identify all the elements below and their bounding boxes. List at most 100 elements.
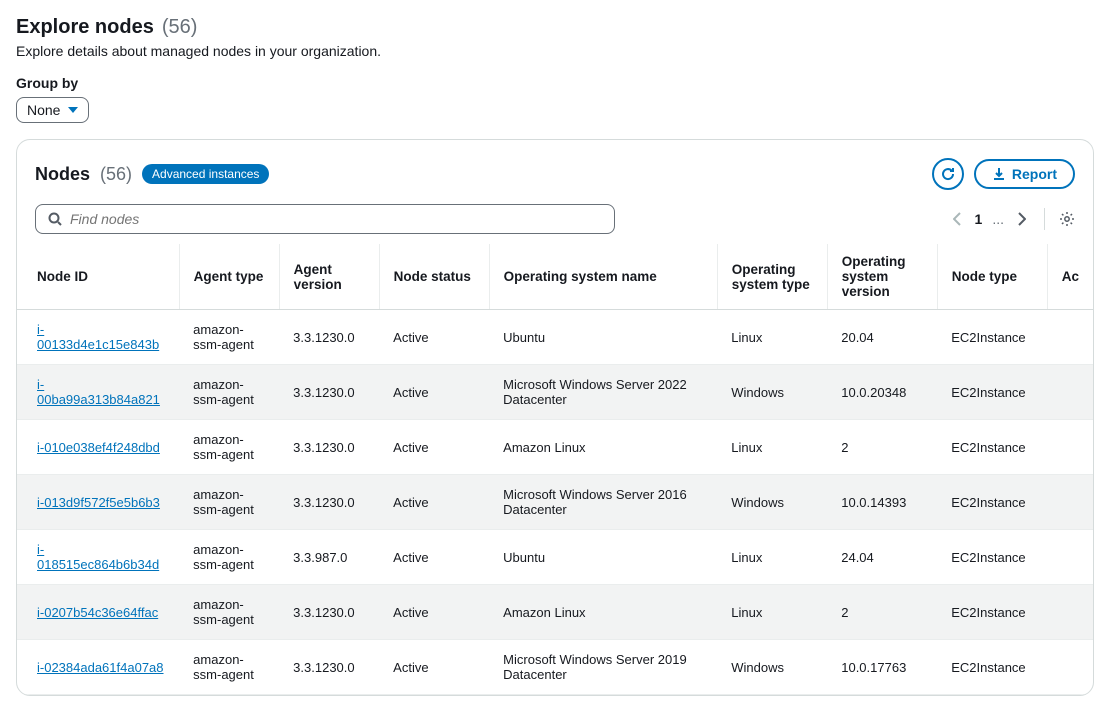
col-node-id[interactable]: Node ID <box>17 244 179 310</box>
refresh-icon <box>940 166 956 182</box>
cell-agent-type: amazon-ssm-agent <box>179 365 279 420</box>
cell-status: Active <box>379 475 489 530</box>
search-input-wrap[interactable] <box>35 204 615 234</box>
col-account[interactable]: Ac <box>1047 244 1093 310</box>
col-os-version[interactable]: Operating system version <box>827 244 937 310</box>
col-agent-type[interactable]: Agent type <box>179 244 279 310</box>
cell-os-type: Windows <box>717 640 827 695</box>
node-id-link[interactable]: i-0207b54c36e64ffac <box>37 605 158 620</box>
cell-agent-type: amazon-ssm-agent <box>179 585 279 640</box>
cell-os-version: 2 <box>827 420 937 475</box>
cell-os-type: Linux <box>717 585 827 640</box>
table-row: i-013d9f572f5e5b6b3amazon-ssm-agent3.3.1… <box>17 475 1093 530</box>
page-ellipsis: ... <box>992 211 1004 227</box>
divider <box>1044 208 1045 230</box>
cell-agent-version: 3.3.1230.0 <box>279 365 379 420</box>
cell-agent-version: 3.3.1230.0 <box>279 310 379 365</box>
chevron-right-icon <box>1018 212 1026 226</box>
node-id-link[interactable]: i-010e038ef4f248dbd <box>37 440 160 455</box>
current-page: 1 <box>975 211 983 227</box>
download-icon <box>992 167 1006 181</box>
cell-os-version: 10.0.14393 <box>827 475 937 530</box>
cell-os-name: Ubuntu <box>489 310 717 365</box>
cell-agent-type: amazon-ssm-agent <box>179 530 279 585</box>
col-node-type[interactable]: Node type <box>937 244 1047 310</box>
table-row: i-018515ec864b6b34d amazon-ssm-agent3.3.9… <box>17 530 1093 585</box>
table-body: i-00133d4e1c15e843bamazon-ssm-agent3.3.1… <box>17 310 1093 695</box>
cell-status: Active <box>379 420 489 475</box>
cell-overflow <box>1047 530 1093 585</box>
cell-status: Active <box>379 310 489 365</box>
cell-os-name: Microsoft Windows Server 2019 Datacenter <box>489 640 717 695</box>
prev-page-button[interactable] <box>949 208 965 230</box>
table-row: i-010e038ef4f248dbdamazon-ssm-agent3.3.1… <box>17 420 1093 475</box>
cell-os-name: Microsoft Windows Server 2016 Datacenter <box>489 475 717 530</box>
cell-os-name: Amazon Linux <box>489 420 717 475</box>
cell-node-type: EC2Instance <box>937 365 1047 420</box>
cell-os-version: 20.04 <box>827 310 937 365</box>
cell-node-type: EC2Instance <box>937 530 1047 585</box>
cell-os-type: Windows <box>717 365 827 420</box>
search-icon <box>48 212 62 226</box>
chevron-left-icon <box>953 212 961 226</box>
cell-node-type: EC2Instance <box>937 640 1047 695</box>
cell-agent-version: 3.3.1230.0 <box>279 640 379 695</box>
node-id-link[interactable]: i-00133d4e1c15e843b <box>37 322 159 352</box>
col-os-type[interactable]: Operating system type <box>717 244 827 310</box>
gear-icon <box>1059 211 1075 227</box>
table-row: i-02384ada61f4a07a8 amazon-ssm-agent3.3.1… <box>17 640 1093 695</box>
node-id-link[interactable]: i-013d9f572f5e5b6b3 <box>37 495 160 510</box>
cell-node-type: EC2Instance <box>937 475 1047 530</box>
cell-overflow <box>1047 365 1093 420</box>
pagination: 1 ... <box>949 208 1075 230</box>
table-header-row: Node ID Agent type Agent version Node st… <box>17 244 1093 310</box>
refresh-button[interactable] <box>932 158 964 190</box>
cell-overflow <box>1047 585 1093 640</box>
cell-os-version: 10.0.17763 <box>827 640 937 695</box>
cell-os-type: Linux <box>717 420 827 475</box>
node-id-link[interactable]: i-02384ada61f4a07a8 <box>37 660 164 675</box>
cell-status: Active <box>379 640 489 695</box>
cell-os-type: Windows <box>717 475 827 530</box>
table-row: i-00ba99a313b84a821 amazon-ssm-agent3.3.1… <box>17 365 1093 420</box>
groupby-select[interactable]: None <box>16 97 89 123</box>
report-button[interactable]: Report <box>974 159 1075 189</box>
cell-os-version: 24.04 <box>827 530 937 585</box>
col-os-name[interactable]: Operating system name <box>489 244 717 310</box>
col-node-status[interactable]: Node status <box>379 244 489 310</box>
groupby-section: Group by None <box>16 75 1094 123</box>
cell-node-type: EC2Instance <box>937 585 1047 640</box>
cell-agent-version: 3.3.1230.0 <box>279 475 379 530</box>
cell-overflow <box>1047 420 1093 475</box>
cell-status: Active <box>379 530 489 585</box>
cell-node-type: EC2Instance <box>937 420 1047 475</box>
cell-agent-type: amazon-ssm-agent <box>179 310 279 365</box>
cell-os-name: Microsoft Windows Server 2022 Datacenter <box>489 365 717 420</box>
node-id-link[interactable]: i-00ba99a313b84a821 <box>37 377 160 407</box>
advanced-instances-badge[interactable]: Advanced instances <box>142 164 269 184</box>
table-row: i-0207b54c36e64ffac amazon-ssm-agent3.3.1… <box>17 585 1093 640</box>
page-subtitle: Explore details about managed nodes in y… <box>16 43 1094 59</box>
panel-title: Nodes <box>35 164 90 185</box>
report-label: Report <box>1012 166 1057 182</box>
page-count: (56) <box>162 16 198 39</box>
page-header: Explore nodes (56) Explore details about… <box>16 16 1094 59</box>
cell-overflow <box>1047 310 1093 365</box>
table-row: i-00133d4e1c15e843b amazon-ssm-agent3.3.1… <box>17 310 1093 365</box>
nodes-panel: Nodes (56) Advanced instances Report <box>16 139 1094 696</box>
cell-agent-version: 3.3.1230.0 <box>279 585 379 640</box>
panel-count: (56) <box>100 164 132 185</box>
node-id-link[interactable]: i-018515ec864b6b34d <box>37 542 159 572</box>
nodes-table: Node ID Agent type Agent version Node st… <box>17 244 1093 695</box>
search-input[interactable] <box>70 211 602 227</box>
cell-status: Active <box>379 365 489 420</box>
col-agent-version[interactable]: Agent version <box>279 244 379 310</box>
cell-status: Active <box>379 585 489 640</box>
cell-overflow <box>1047 640 1093 695</box>
next-page-button[interactable] <box>1014 208 1030 230</box>
cell-os-version: 2 <box>827 585 937 640</box>
page-title: Explore nodes <box>16 16 154 39</box>
settings-button[interactable] <box>1059 211 1075 227</box>
cell-agent-type: amazon-ssm-agent <box>179 640 279 695</box>
cell-agent-version: 3.3.987.0 <box>279 530 379 585</box>
